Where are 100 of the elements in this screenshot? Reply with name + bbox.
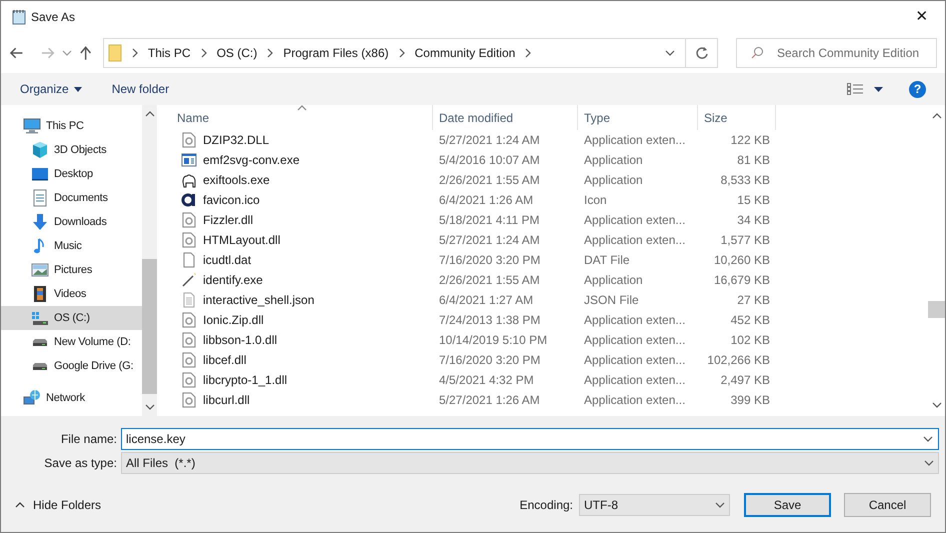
type-cell-text: JSON File (583, 292, 640, 309)
sidebar-item[interactable]: OS (C:) (1, 306, 142, 330)
file-name-cell[interactable]: Fizzler.dll (203, 211, 254, 229)
type-cell-text: DAT File (583, 252, 631, 269)
sidebar-item[interactable]: Pictures (1, 258, 142, 282)
chevron-right-icon (130, 48, 140, 58)
file-name-label: File name: (60, 431, 118, 448)
type-cell-text: Application exten... (583, 392, 686, 409)
back-arrow-icon[interactable] (9, 45, 24, 61)
desktop-icon (31, 165, 49, 183)
size-cell-text: 15 KB (736, 192, 771, 209)
column-header[interactable]: Type (578, 105, 698, 130)
cancel-button[interactable]: Cancel (844, 493, 931, 517)
sidebar-item[interactable]: 3D Objects (1, 138, 142, 162)
organize-button[interactable]: Organize (20, 80, 82, 98)
size-cell-text: 102,266 KB (706, 352, 771, 369)
column-header[interactable]: Size (698, 105, 776, 130)
file-name-cell[interactable]: icudtl.dat (203, 251, 252, 269)
dropdown-icon (715, 500, 725, 510)
type-cell-text: Application exten... (583, 312, 686, 329)
hide-folders-button[interactable]: Hide Folders (15, 496, 102, 514)
caret-icon (874, 86, 883, 92)
chevron-right-icon (265, 48, 276, 58)
gear-file-icon (181, 332, 197, 348)
blank-file-icon (181, 252, 197, 268)
file-name-cell[interactable]: libcurl.dll (203, 391, 250, 409)
date-cell-text: 4/5/2021 4:32 PM (438, 372, 535, 389)
column-header[interactable]: Name (171, 105, 433, 130)
window-title: Save As (31, 9, 76, 26)
drive-icon (31, 338, 49, 346)
breadcrumb[interactable]: This PC (148, 44, 191, 62)
view-options-button[interactable] (847, 83, 883, 95)
film-icon (31, 285, 49, 303)
save-as-type-dropdown[interactable]: All Files (*.*) (121, 452, 939, 474)
file-name-cell[interactable]: libbson-1.0.dll (203, 331, 278, 349)
size-cell-text: 34 KB (736, 212, 771, 229)
up-arrow-icon[interactable] (78, 45, 93, 61)
document-icon (31, 189, 49, 207)
date-cell-text: 7/16/2020 3:20 PM (438, 252, 542, 269)
dropdown-icon (923, 434, 933, 444)
column-header[interactable]: Date modified (433, 105, 578, 130)
sidebar-item[interactable]: This PC (1, 114, 142, 138)
save-button[interactable]: Save (744, 493, 831, 517)
breadcrumb[interactable]: Community Edition (414, 44, 516, 62)
file-name-cell[interactable]: interactive_shell.json (203, 291, 314, 309)
recent-dropdown-icon (62, 48, 72, 58)
size-cell-text: 16,679 KB (712, 272, 771, 289)
help-button[interactable]: ? (909, 80, 926, 98)
file-name-cell[interactable]: favicon.ico (203, 191, 260, 209)
file-name-cell[interactable]: libcef.dll (203, 351, 246, 369)
scroll-up-icon (932, 111, 942, 121)
dropdown-icon (924, 458, 934, 468)
address-bar[interactable]: This PC OS (C:) Program Files (x86) Community Edition (102, 38, 686, 68)
chevron-right-icon (523, 48, 534, 58)
sidebar-item[interactable]: Videos (1, 282, 142, 306)
breadcrumb[interactable]: Program Files (x86) (283, 44, 389, 62)
file-name-cell[interactable]: libcrypto-1_1.dll (203, 371, 288, 389)
sidebar-item[interactable]: New Volume (D: (1, 330, 142, 354)
search-field[interactable]: Search Community Edition (736, 38, 937, 68)
scroll-down-icon (932, 400, 942, 410)
close-button[interactable]: ✕ (899, 1, 945, 33)
refresh-button[interactable] (685, 38, 718, 68)
file-name-cell[interactable]: HTMLayout.dll (203, 231, 280, 249)
date-cell-text: 6/4/2021 1:27 AM (438, 292, 534, 309)
type-cell-text: Application (583, 172, 644, 189)
file-name-cell[interactable]: emf2svg-conv.exe (203, 151, 300, 169)
encoding-label: Encoding: (520, 497, 573, 514)
date-cell-text: 5/27/2021 1:24 AM (438, 132, 541, 149)
date-cell-text: 5/18/2021 4:11 PM (438, 212, 541, 229)
sidebar-item[interactable]: Downloads (1, 210, 142, 234)
scrollbar-thumb[interactable] (928, 301, 945, 318)
drive-icon (31, 362, 49, 370)
type-cell-text: Application exten... (583, 212, 686, 229)
type-cell-text: Application exten... (583, 232, 686, 249)
breadcrumb[interactable]: OS (C:) (216, 44, 258, 62)
size-cell-text: 452 KB (730, 312, 771, 329)
sidebar-item[interactable]: Documents (1, 186, 142, 210)
gear-file-icon (181, 312, 197, 328)
file-name-cell[interactable]: Ionic.Zip.dll (203, 311, 264, 329)
file-name-cell[interactable]: identify.exe (203, 271, 263, 289)
sidebar-item[interactable]: Network (1, 386, 142, 410)
date-cell-text: 7/16/2020 3:20 PM (438, 352, 542, 369)
size-cell-text: 2,497 KB (720, 372, 771, 389)
file-name-field[interactable]: license.key (121, 428, 939, 450)
wand-icon (181, 272, 197, 288)
type-cell-text: Application exten... (583, 332, 686, 349)
sidebar-item[interactable]: Google Drive (G: (1, 354, 142, 378)
cube-icon (31, 141, 49, 159)
date-cell-text: 7/24/2013 1:38 PM (438, 312, 542, 329)
encoding-dropdown[interactable]: UTF-8 (579, 494, 730, 516)
type-cell-text: Application exten... (583, 372, 686, 389)
refresh-icon (694, 46, 709, 60)
gear-file-icon (181, 212, 197, 228)
size-cell-text: 122 KB (730, 132, 771, 149)
file-name-cell[interactable]: exiftools.exe (203, 171, 270, 189)
sidebar-item[interactable]: Music (1, 234, 142, 258)
file-name-cell[interactable]: DZIP32.DLL (203, 131, 270, 149)
new-folder-button[interactable]: New folder (112, 80, 170, 98)
size-cell-text: 399 KB (730, 392, 771, 409)
sidebar-item[interactable]: Desktop (1, 162, 142, 186)
